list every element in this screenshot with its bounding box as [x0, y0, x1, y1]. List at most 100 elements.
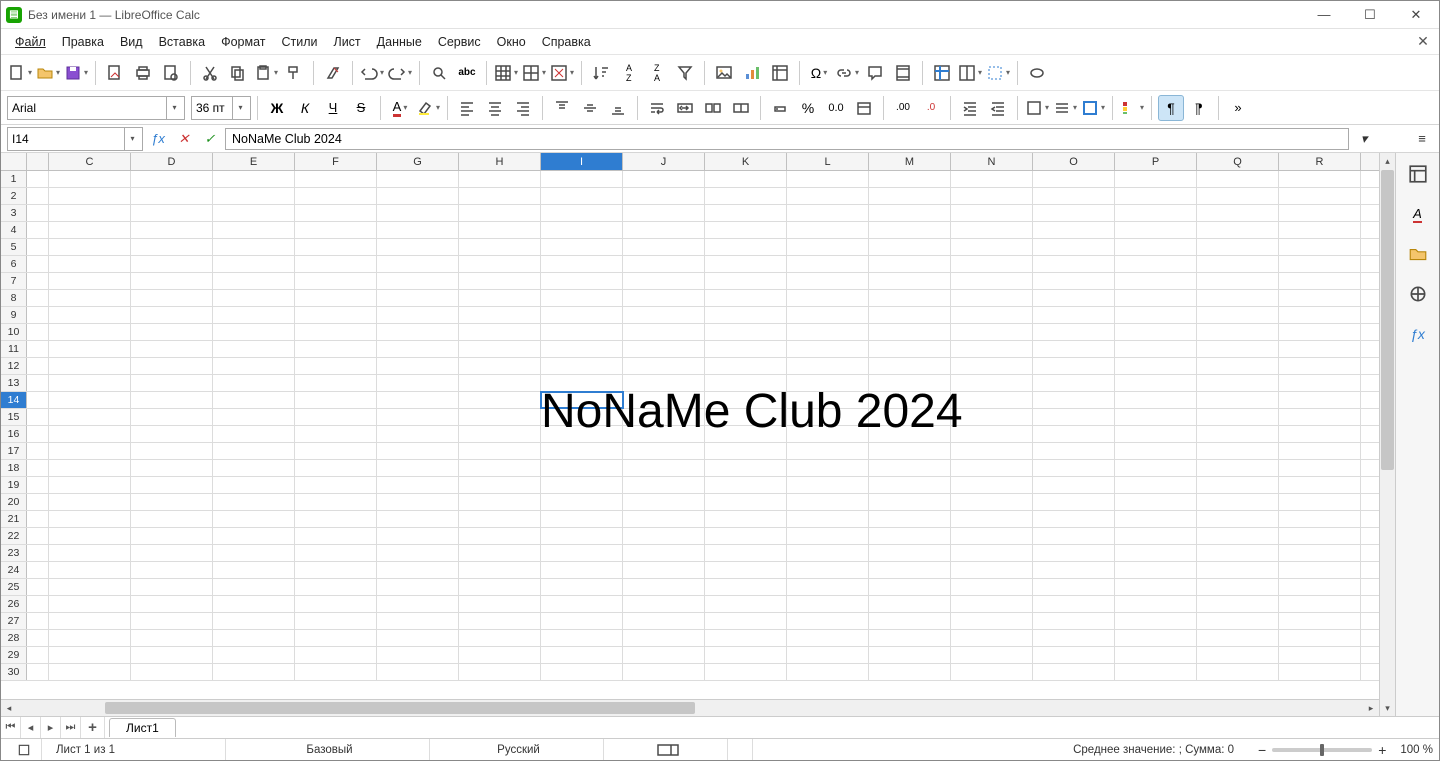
cell-E7[interactable]: [213, 273, 295, 289]
cell-M17[interactable]: [869, 443, 951, 459]
cell-O27[interactable]: [1033, 613, 1115, 629]
cell-D6[interactable]: [131, 256, 213, 272]
cell-R29[interactable]: [1279, 647, 1361, 663]
cell-C8[interactable]: [49, 290, 131, 306]
merge-center-button[interactable]: [728, 95, 754, 121]
print-preview-button[interactable]: [158, 60, 184, 86]
cell-25[interactable]: [27, 579, 49, 595]
cell-P6[interactable]: [1115, 256, 1197, 272]
cell-J30[interactable]: [623, 664, 705, 680]
cell-D7[interactable]: [131, 273, 213, 289]
remove-decimal-button[interactable]: .0: [918, 95, 944, 121]
cell-18[interactable]: [27, 460, 49, 476]
cell-I4[interactable]: [541, 222, 623, 238]
cell-C17[interactable]: [49, 443, 131, 459]
cell-I8[interactable]: [541, 290, 623, 306]
cell-R27[interactable]: [1279, 613, 1361, 629]
decrease-indent-button[interactable]: [985, 95, 1011, 121]
cell-F25[interactable]: [295, 579, 377, 595]
row-header-19[interactable]: 19: [1, 477, 27, 493]
cell-G13[interactable]: [377, 375, 459, 391]
properties-panel-button[interactable]: [1403, 159, 1433, 189]
row-header-1[interactable]: 1: [1, 171, 27, 187]
cell-G18[interactable]: [377, 460, 459, 476]
cell-J19[interactable]: [623, 477, 705, 493]
cell-F21[interactable]: [295, 511, 377, 527]
cell-P8[interactable]: [1115, 290, 1197, 306]
cell-G10[interactable]: [377, 324, 459, 340]
cell-I3[interactable]: [541, 205, 623, 221]
cell-N11[interactable]: [951, 341, 1033, 357]
cell-F2[interactable]: [295, 188, 377, 204]
cell-G24[interactable]: [377, 562, 459, 578]
cell-G8[interactable]: [377, 290, 459, 306]
cell-F20[interactable]: [295, 494, 377, 510]
zoom-slider[interactable]: [1272, 748, 1372, 752]
cell-K12[interactable]: [705, 358, 787, 374]
cell-K15[interactable]: [705, 409, 787, 425]
cell-C30[interactable]: [49, 664, 131, 680]
cell-F10[interactable]: [295, 324, 377, 340]
cell-I1[interactable]: [541, 171, 623, 187]
cell-C5[interactable]: [49, 239, 131, 255]
cell-C1[interactable]: [49, 171, 131, 187]
cell-M21[interactable]: [869, 511, 951, 527]
align-center-button[interactable]: [482, 95, 508, 121]
cell-Q28[interactable]: [1197, 630, 1279, 646]
cell-H5[interactable]: [459, 239, 541, 255]
cell-F7[interactable]: [295, 273, 377, 289]
column-header-L[interactable]: L: [787, 153, 869, 170]
cell-H7[interactable]: [459, 273, 541, 289]
cell-M24[interactable]: [869, 562, 951, 578]
cell-Q3[interactable]: [1197, 205, 1279, 221]
cell-27[interactable]: [27, 613, 49, 629]
row-header-6[interactable]: 6: [1, 256, 27, 272]
cell-D20[interactable]: [131, 494, 213, 510]
cell-H20[interactable]: [459, 494, 541, 510]
column-header-O[interactable]: O: [1033, 153, 1115, 170]
cell-M29[interactable]: [869, 647, 951, 663]
headers-footers-button[interactable]: [890, 60, 916, 86]
italic-button[interactable]: К: [292, 95, 318, 121]
cell-C19[interactable]: [49, 477, 131, 493]
cell-L24[interactable]: [787, 562, 869, 578]
align-top-button[interactable]: [549, 95, 575, 121]
cell-P29[interactable]: [1115, 647, 1197, 663]
cell-K29[interactable]: [705, 647, 787, 663]
cell-I21[interactable]: [541, 511, 623, 527]
clear-formatting-button[interactable]: [320, 60, 346, 86]
row-header-22[interactable]: 22: [1, 528, 27, 544]
cell-I6[interactable]: [541, 256, 623, 272]
cell-O19[interactable]: [1033, 477, 1115, 493]
cell-G15[interactable]: [377, 409, 459, 425]
align-right-button[interactable]: [510, 95, 536, 121]
cell-H3[interactable]: [459, 205, 541, 221]
cell-C10[interactable]: [49, 324, 131, 340]
column-header-G[interactable]: G: [377, 153, 459, 170]
cell-D14[interactable]: [131, 392, 213, 408]
row-header-13[interactable]: 13: [1, 375, 27, 391]
vscroll-track[interactable]: [1380, 471, 1395, 700]
cell-K23[interactable]: [705, 545, 787, 561]
cell-H19[interactable]: [459, 477, 541, 493]
increase-indent-button[interactable]: [957, 95, 983, 121]
cell-J14[interactable]: [623, 392, 705, 408]
cell-J10[interactable]: [623, 324, 705, 340]
cell-K26[interactable]: [705, 596, 787, 612]
cell-K21[interactable]: [705, 511, 787, 527]
cell-O25[interactable]: [1033, 579, 1115, 595]
cell-C26[interactable]: [49, 596, 131, 612]
cell-Q9[interactable]: [1197, 307, 1279, 323]
cell-13[interactable]: [27, 375, 49, 391]
cell-R19[interactable]: [1279, 477, 1361, 493]
cell-H30[interactable]: [459, 664, 541, 680]
cell-11[interactable]: [27, 341, 49, 357]
cell-K9[interactable]: [705, 307, 787, 323]
cell-O4[interactable]: [1033, 222, 1115, 238]
row-header-29[interactable]: 29: [1, 647, 27, 663]
row-header-4[interactable]: 4: [1, 222, 27, 238]
cell-H11[interactable]: [459, 341, 541, 357]
conditional-format-button[interactable]: [1119, 95, 1145, 121]
special-char-button[interactable]: Ω: [806, 60, 832, 86]
cell-C6[interactable]: [49, 256, 131, 272]
